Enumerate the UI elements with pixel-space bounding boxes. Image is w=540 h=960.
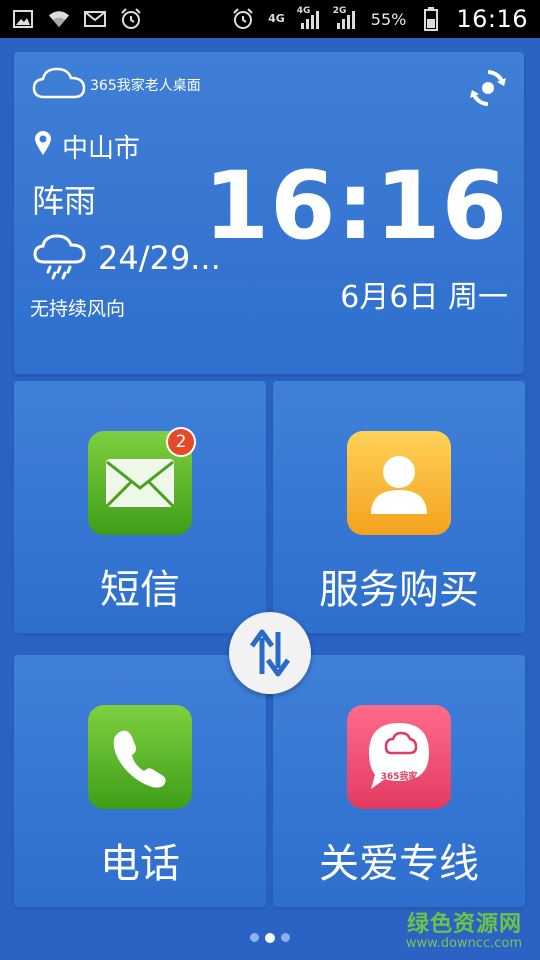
status-time: 16:16 xyxy=(456,5,528,33)
signal-icon: 4G xyxy=(296,6,321,30)
status-bar: 4G 4G 2G 55% 16:16 xyxy=(0,0,540,38)
status-bar-right: 4G 4G 2G 55% 16:16 xyxy=(232,5,528,33)
sms-app-icon: 2 xyxy=(88,427,196,535)
wind-description: 无持续风向 xyxy=(30,298,126,320)
alarm-icon xyxy=(232,8,254,30)
refresh-icon xyxy=(470,70,506,106)
care-icon-text: 365我家 xyxy=(380,772,418,782)
wifi-icon xyxy=(48,8,70,30)
cloud-logo-icon xyxy=(32,66,86,104)
phone-handset-icon xyxy=(113,730,166,788)
tile-service-label: 服务购买 xyxy=(319,567,479,613)
watermark: 绿色资源网 www.downcc.com xyxy=(406,906,522,951)
date-text: 6月6日 周一 xyxy=(340,280,508,315)
tile-service-purchase[interactable]: 服务购买 xyxy=(273,381,525,633)
sim2-label: 2G xyxy=(332,6,347,16)
service-app-icon xyxy=(347,431,451,535)
battery-percent: 55% xyxy=(370,9,407,29)
envelope-icon xyxy=(105,459,175,508)
clock-time[interactable]: 16:16 xyxy=(204,152,508,261)
person-icon xyxy=(371,456,427,514)
tile-sms[interactable]: 2 短信 xyxy=(14,381,266,633)
weather-condition: 阵雨 xyxy=(32,182,97,220)
network-type: 4G xyxy=(268,12,285,25)
page-dot[interactable] xyxy=(281,933,290,942)
page-indicator xyxy=(250,933,290,943)
watermark-url: www.downcc.com xyxy=(405,936,522,951)
care-app-icon: 365我家 xyxy=(347,705,451,809)
weather-widget[interactable]: 365我家老人桌面 中山市 阵雨 24/29... 无持续风向 16:16 6月… xyxy=(14,52,524,374)
page-dot-active[interactable] xyxy=(265,933,275,943)
status-bar-left xyxy=(12,8,142,30)
image-icon xyxy=(12,8,34,30)
unread-badge: 2 xyxy=(166,427,196,457)
swap-arrows-icon xyxy=(249,629,291,677)
location-pin-icon xyxy=(34,130,52,163)
phone-app-icon xyxy=(88,705,192,809)
brand-logo: 365我家老人桌面 xyxy=(32,66,201,104)
swap-button[interactable] xyxy=(229,612,311,694)
alarm-icon xyxy=(120,8,142,30)
mail-icon xyxy=(84,8,106,30)
brand-text: 365我家老人桌面 xyxy=(90,78,201,94)
battery-icon xyxy=(420,7,442,31)
tile-phone[interactable]: 电话 xyxy=(14,655,266,907)
tile-phone-label: 电话 xyxy=(100,841,180,887)
signal-icon: 2G xyxy=(332,6,357,30)
city-name: 中山市 xyxy=(62,134,141,164)
page-dot[interactable] xyxy=(250,933,259,942)
temperature-row: 24/29... xyxy=(32,232,221,284)
tile-care-label: 关爱专线 xyxy=(319,841,479,887)
chat-bubble-icon xyxy=(369,723,429,789)
location: 中山市 xyxy=(34,128,140,165)
rain-cloud-icon xyxy=(32,232,88,284)
tile-sms-label: 短信 xyxy=(100,567,180,613)
tile-care-hotline[interactable]: 365我家 关爱专线 xyxy=(273,655,525,907)
watermark-title: 绿色资源网 xyxy=(406,912,522,937)
sim1-label: 4G xyxy=(296,6,311,16)
temperature: 24/29... xyxy=(98,239,221,277)
refresh-button[interactable] xyxy=(468,68,508,108)
